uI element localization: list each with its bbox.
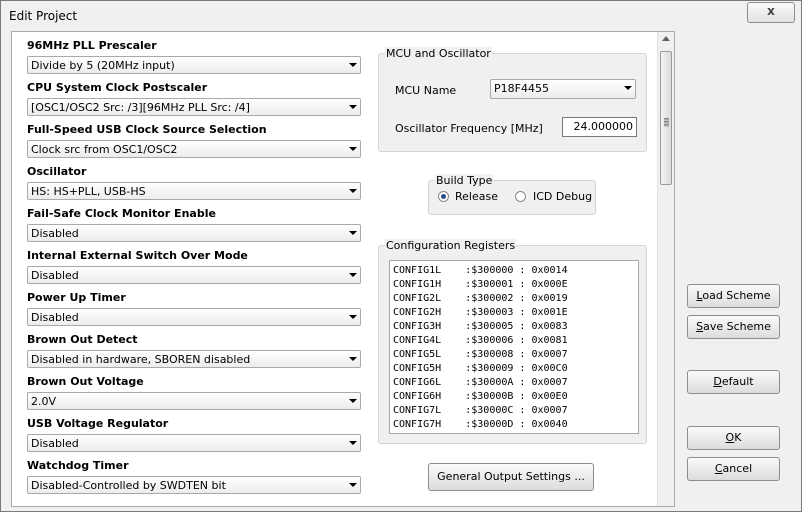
edit-project-window: Edit Project x 96MHz PLL Prescaler Divid…	[0, 0, 802, 512]
chevron-down-icon	[349, 189, 357, 193]
save-scheme-button[interactable]: Save Scheme	[687, 315, 780, 339]
oscillator-frequency-input[interactable]: 24.000000	[562, 117, 637, 137]
config-settings-list: 96MHz PLL Prescaler Divide by 5 (20MHz i…	[12, 32, 372, 506]
register-line: CONFIG2H :$300003 : 0x001E	[393, 307, 568, 318]
register-line: CONFIG7H :$30000D : 0x0040	[393, 419, 568, 430]
pll-prescaler-select[interactable]: Divide by 5 (20MHz input)	[27, 56, 361, 74]
button-label: ancel	[722, 462, 753, 475]
setting-label: Full-Speed USB Clock Source Selection	[27, 123, 267, 136]
setting-label: Brown Out Detect	[27, 333, 138, 346]
group-title: Build Type	[435, 174, 494, 187]
title-bar: Edit Project x	[1, 1, 801, 31]
chevron-down-icon	[349, 105, 357, 109]
close-button[interactable]: x	[747, 2, 795, 23]
window-title: Edit Project	[9, 9, 78, 23]
chevron-down-icon	[349, 441, 357, 445]
register-line: CONFIG7L :$30000C : 0x0007	[393, 405, 568, 416]
watchdog-timer-select[interactable]: Disabled-Controlled by SWDTEN bit	[27, 476, 361, 494]
icd-debug-label: ICD Debug	[533, 190, 593, 203]
select-value: Clock src from OSC1/OSC2	[31, 143, 178, 156]
chevron-down-icon	[349, 273, 357, 277]
panel-scrollbar[interactable]: ═ ═ ═	[657, 32, 674, 506]
mnemonic: C	[714, 462, 723, 475]
register-line: CONFIG1H :$300001 : 0x000E	[393, 279, 568, 290]
select-value: Disabled	[31, 437, 79, 450]
chevron-down-icon	[624, 86, 632, 90]
register-line: CONFIG4L :$300006 : 0x0081	[393, 335, 568, 346]
chevron-down-icon	[349, 483, 357, 487]
fail-safe-clock-select[interactable]: Disabled	[27, 224, 361, 242]
default-button[interactable]: Default	[687, 370, 780, 394]
setting-label: Watchdog Timer	[27, 459, 129, 472]
ok-button[interactable]: OK	[687, 426, 780, 450]
mcu-name-label: MCU Name	[395, 84, 457, 97]
settings-panel: 96MHz PLL Prescaler Divide by 5 (20MHz i…	[11, 31, 675, 507]
oscillator-frequency-label: Oscillator Frequency [MHz]	[395, 122, 543, 135]
registers-list[interactable]: CONFIG1L :$300000 : 0x0014 CONFIG1H :$30…	[389, 260, 639, 434]
setting-label: Fail-Safe Clock Monitor Enable	[27, 207, 216, 220]
register-line: CONFIG6L :$30000A : 0x0007	[393, 377, 568, 388]
select-value: Disabled in hardware, SBOREN disabled	[31, 353, 251, 366]
setting-label: CPU System Clock Postscaler	[27, 81, 208, 94]
general-output-settings-button[interactable]: General Output Settings ...	[428, 463, 594, 491]
register-line: CONFIG5H :$300009 : 0x00C0	[393, 363, 568, 374]
select-value: HS: HS+PLL, USB-HS	[31, 185, 146, 198]
button-label: ave Scheme	[703, 320, 771, 333]
group-title: Configuration Registers	[385, 239, 517, 252]
cpu-clock-postscaler-select[interactable]: [OSC1/OSC2 Src: /3][96MHz PLL Src: /4]	[27, 98, 361, 116]
switch-over-mode-select[interactable]: Disabled	[27, 266, 361, 284]
usb-voltage-regulator-select[interactable]: Disabled	[27, 434, 361, 452]
brown-out-voltage-select[interactable]: 2.0V	[27, 392, 361, 410]
chevron-down-icon	[349, 399, 357, 403]
setting-label: Oscillator	[27, 165, 87, 178]
load-scheme-button[interactable]: Load Scheme	[687, 284, 780, 308]
button-label: oad Scheme	[702, 289, 771, 302]
register-line: CONFIG5L :$300008 : 0x0007	[393, 349, 568, 360]
register-line: CONFIG3H :$300005 : 0x0083	[393, 321, 568, 332]
select-value: Disabled	[31, 227, 79, 240]
chevron-down-icon	[349, 63, 357, 67]
chevron-down-icon	[349, 357, 357, 361]
chevron-down-icon	[349, 315, 357, 319]
mcu-name-select[interactable]: P18F4455	[490, 79, 636, 99]
brown-out-detect-select[interactable]: Disabled in hardware, SBOREN disabled	[27, 350, 361, 368]
build-type-group: Build Type Release ICD Debug	[428, 174, 596, 215]
select-value: Disabled	[31, 269, 79, 282]
mnemonic: D	[713, 375, 722, 388]
setting-label: 96MHz PLL Prescaler	[27, 39, 157, 52]
usb-clock-source-select[interactable]: Clock src from OSC1/OSC2	[27, 140, 361, 158]
select-value: 2.0V	[31, 395, 57, 408]
configuration-registers-group: Configuration Registers CONFIG1L :$30000…	[378, 239, 647, 444]
select-value: P18F4455	[494, 82, 549, 95]
release-label: Release	[455, 190, 498, 203]
register-line: CONFIG6H :$30000B : 0x00E0	[393, 391, 568, 402]
mnemonic: O	[725, 431, 735, 444]
setting-label: Brown Out Voltage	[27, 375, 144, 388]
select-value: [OSC1/OSC2 Src: /3][96MHz PLL Src: /4]	[31, 101, 250, 114]
button-label: K	[734, 431, 742, 444]
group-title: MCU and Oscillator	[385, 47, 492, 60]
button-label: efault	[721, 375, 754, 388]
setting-label: Power Up Timer	[27, 291, 126, 304]
chevron-down-icon	[349, 231, 357, 235]
scroll-up-icon[interactable]	[662, 36, 670, 41]
oscillator-select[interactable]: HS: HS+PLL, USB-HS	[27, 182, 361, 200]
register-line: CONFIG1L :$300000 : 0x0014	[393, 265, 568, 276]
select-value: Divide by 5 (20MHz input)	[31, 59, 175, 72]
mcu-oscillator-group: MCU and Oscillator MCU Name P18F4455 Osc…	[378, 47, 647, 152]
release-radio[interactable]	[438, 191, 449, 202]
setting-label: USB Voltage Regulator	[27, 417, 169, 430]
scroll-thumb[interactable]: ═ ═ ═	[660, 51, 672, 185]
select-value: Disabled	[31, 311, 79, 324]
setting-label: Internal External Switch Over Mode	[27, 249, 248, 262]
power-up-timer-select[interactable]: Disabled	[27, 308, 361, 326]
cancel-button[interactable]: Cancel	[687, 457, 780, 481]
icd-debug-radio[interactable]	[515, 191, 526, 202]
select-value: Disabled-Controlled by SWDTEN bit	[31, 479, 226, 492]
register-line: CONFIG2L :$300002 : 0x0019	[393, 293, 568, 304]
chevron-down-icon	[349, 147, 357, 151]
close-icon: x	[767, 4, 775, 18]
grip-icon: ═ ═ ═	[664, 115, 669, 130]
